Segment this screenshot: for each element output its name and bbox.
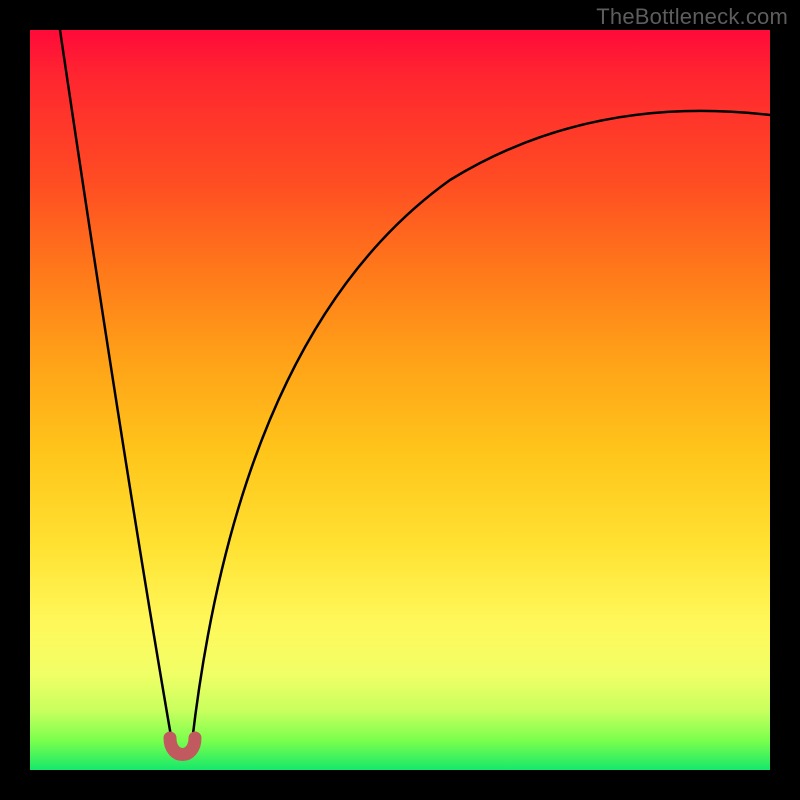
curve-left-branch	[60, 30, 172, 742]
bottleneck-curve	[30, 30, 770, 770]
watermark-text: TheBottleneck.com	[596, 4, 788, 30]
plot-area	[30, 30, 770, 770]
curve-right-branch	[192, 111, 770, 742]
chart-frame: TheBottleneck.com	[0, 0, 800, 800]
optimal-point-marker	[170, 738, 195, 755]
